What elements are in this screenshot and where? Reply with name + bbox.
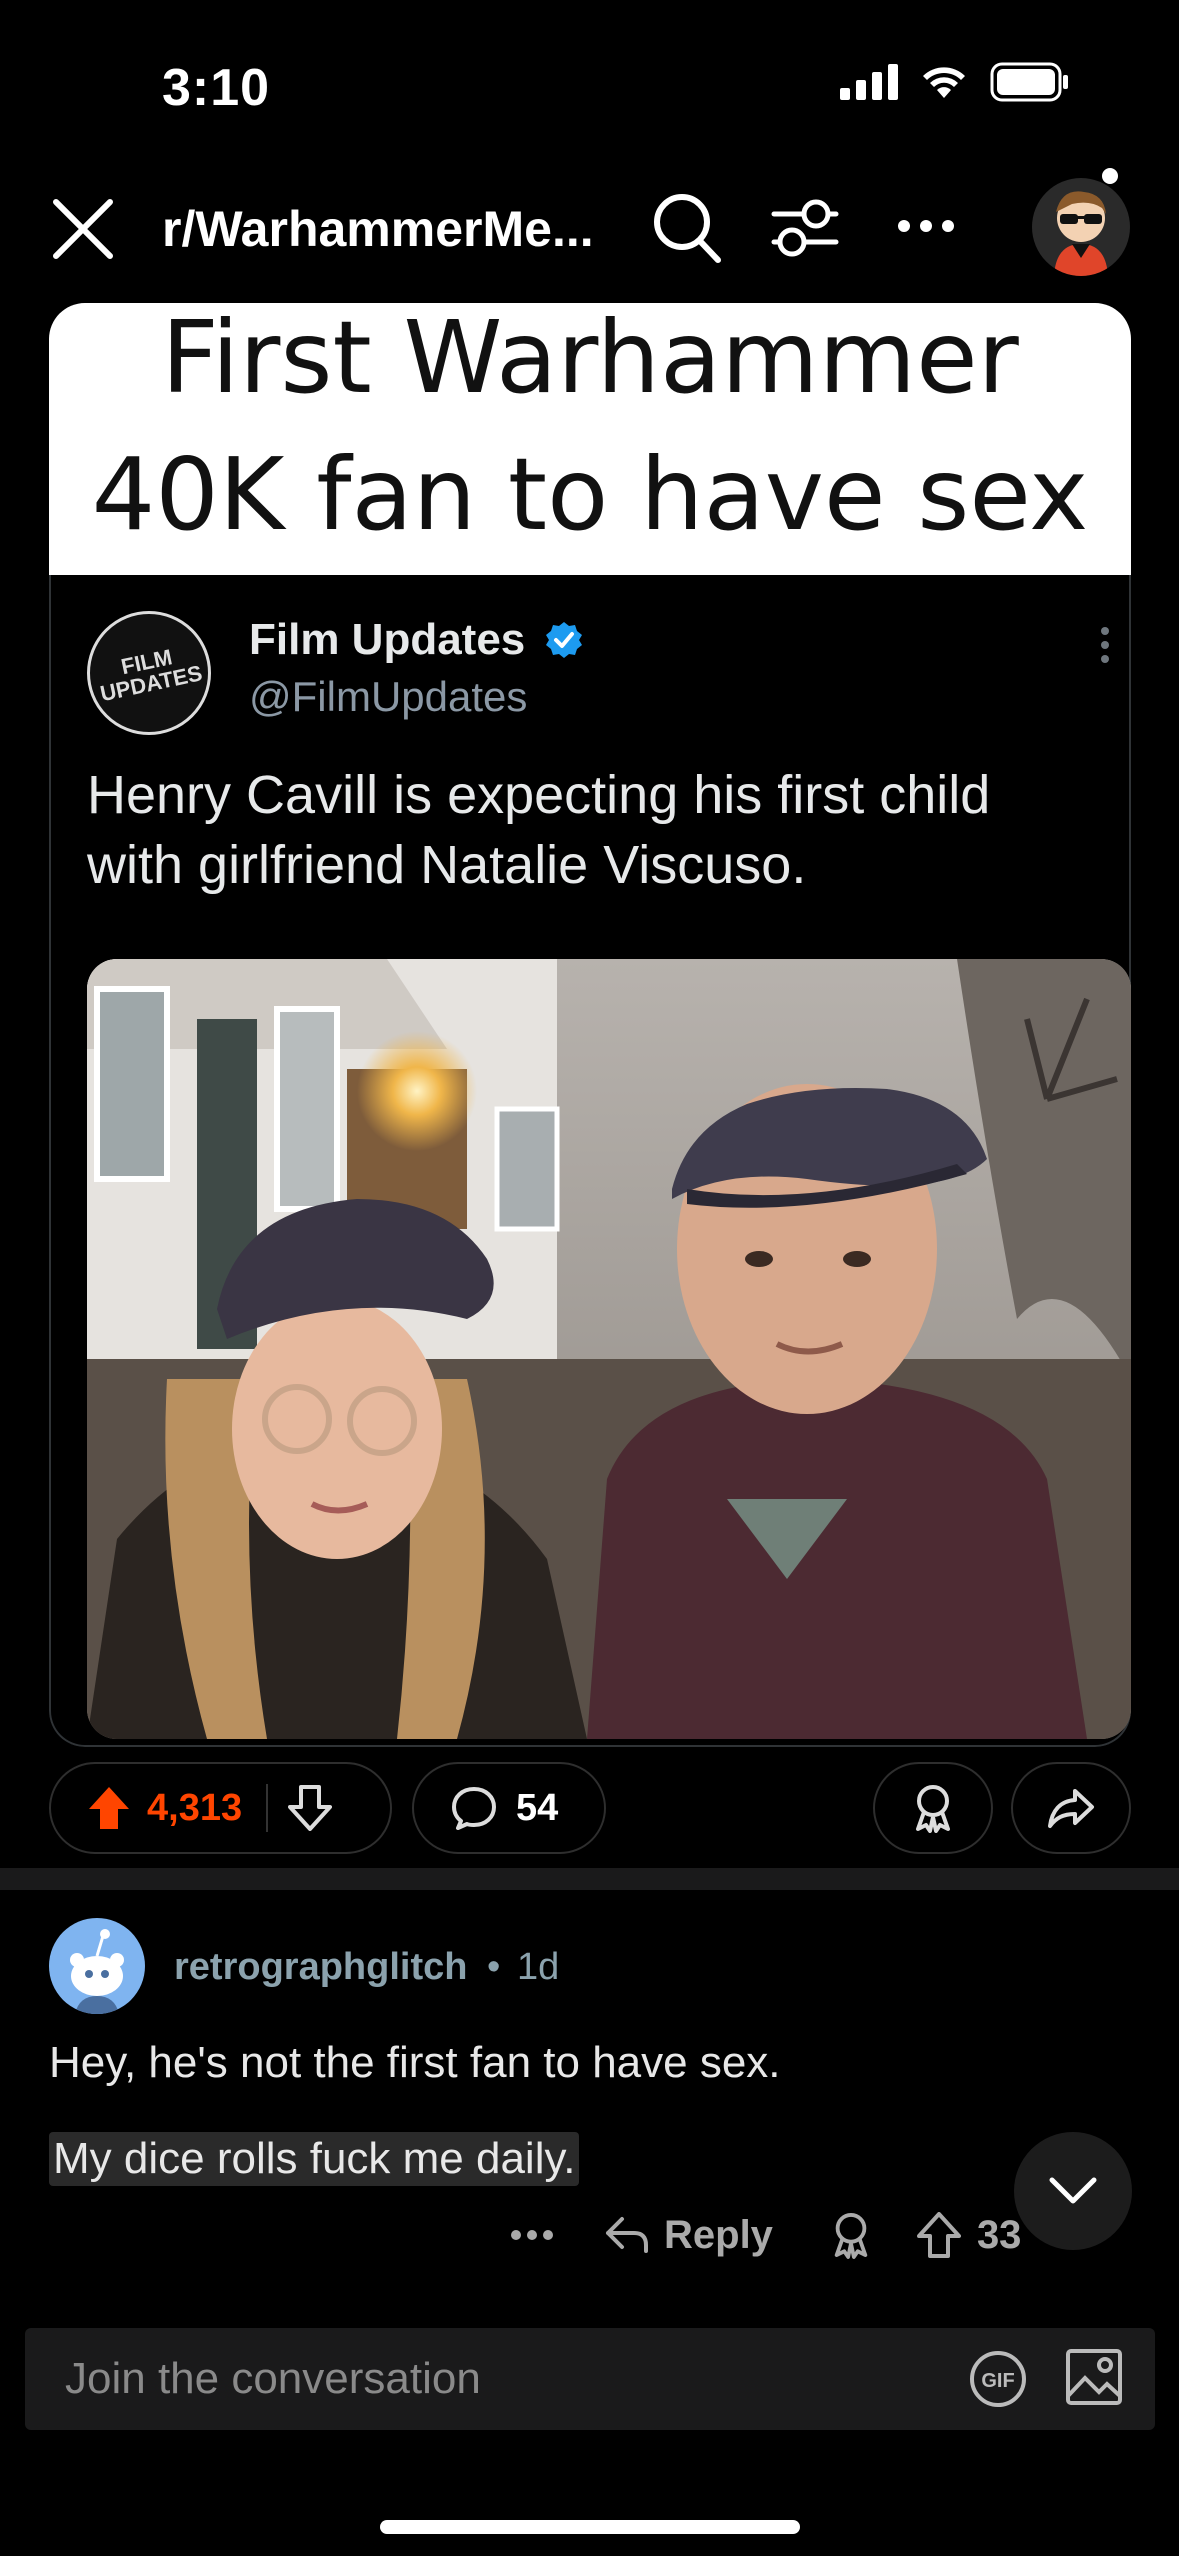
comment-icon: [452, 1787, 496, 1830]
battery-icon: [990, 62, 1068, 102]
signal-icon: [840, 64, 898, 100]
vote-divider: [266, 1784, 269, 1832]
upvote-icon[interactable]: [87, 1785, 131, 1831]
comment-username[interactable]: retrographglitch: [174, 1946, 467, 1989]
comment-text-line1: Hey, he's not the first fan to have sex.: [49, 2038, 781, 2087]
reply-icon[interactable]: [604, 2215, 650, 2255]
comment-actions: Reply 33: [510, 2208, 1021, 2262]
vote-control: 4,313: [49, 1762, 392, 1854]
share-icon: [1048, 1789, 1094, 1828]
search-icon[interactable]: [650, 190, 724, 266]
more-icon[interactable]: [896, 218, 956, 234]
comment-input[interactable]: [63, 2348, 947, 2410]
share-button[interactable]: [1011, 1762, 1131, 1854]
tweet-author-name: Film Updates: [249, 615, 584, 665]
meme-caption: First Warhammer 40K fan to have sex: [49, 303, 1131, 575]
jump-to-next-button[interactable]: [1014, 2132, 1132, 2250]
subreddit-title[interactable]: r/WarhammerMe...: [162, 200, 594, 258]
tweet-author-handle: @FilmUpdates: [249, 673, 528, 720]
gif-label: GIF: [981, 2370, 1014, 2392]
close-icon[interactable]: [50, 196, 116, 262]
meme-caption-line2: 40K fan to have sex: [91, 436, 1089, 553]
post-media[interactable]: First Warhammer 40K fan to have sex FILM…: [49, 303, 1131, 1747]
commenter-avatar[interactable]: [49, 1918, 145, 2014]
section-divider: [0, 1868, 1179, 1890]
couple-photo: [87, 959, 1131, 1739]
image-icon[interactable]: [1065, 2348, 1123, 2406]
comment-upvote-icon[interactable]: [916, 2212, 961, 2258]
filter-icon[interactable]: [770, 196, 840, 260]
comment-award-icon[interactable]: [829, 2211, 873, 2259]
film-updates-logo: FILM UPDATES: [87, 611, 211, 735]
user-avatar[interactable]: [1032, 178, 1130, 276]
comment-count: 54: [516, 1786, 559, 1829]
wifi-icon: [923, 67, 965, 98]
comment-age: 1d: [517, 1946, 560, 1988]
verified-icon: [545, 622, 582, 658]
meme-caption-line1: First Warhammer: [161, 303, 1019, 416]
tweet-text: Henry Cavill is expecting his first chil…: [87, 765, 991, 895]
upvote-count: 4,313: [147, 1786, 243, 1829]
comment-score: 33: [976, 2212, 1022, 2257]
home-indicator[interactable]: [380, 2520, 800, 2534]
tweet-more-icon: [1099, 625, 1111, 665]
award-icon: [916, 1785, 950, 1833]
comments-button[interactable]: 54: [412, 1762, 606, 1854]
logo-text: FILM UPDATES: [97, 644, 205, 707]
award-button[interactable]: [873, 1762, 993, 1854]
status-icons: [840, 62, 1070, 102]
comment-composer: GIF: [25, 2328, 1155, 2430]
status-time: 3:10: [162, 59, 271, 117]
comment-text-line2: My dice rolls fuck me daily.: [49, 2132, 580, 2186]
gif-button[interactable]: GIF: [969, 2350, 1027, 2408]
downvote-icon[interactable]: [288, 1785, 333, 1831]
embedded-tweet: FILM UPDATES Film Updates @FilmUpdates H…: [49, 575, 1131, 1747]
notification-dot: [1102, 168, 1118, 184]
reply-button[interactable]: Reply: [664, 2213, 773, 2258]
comment-more-icon[interactable]: [510, 2228, 554, 2242]
chevron-down-icon: [1049, 2177, 1097, 2204]
meta-separator: •: [487, 1946, 501, 1988]
